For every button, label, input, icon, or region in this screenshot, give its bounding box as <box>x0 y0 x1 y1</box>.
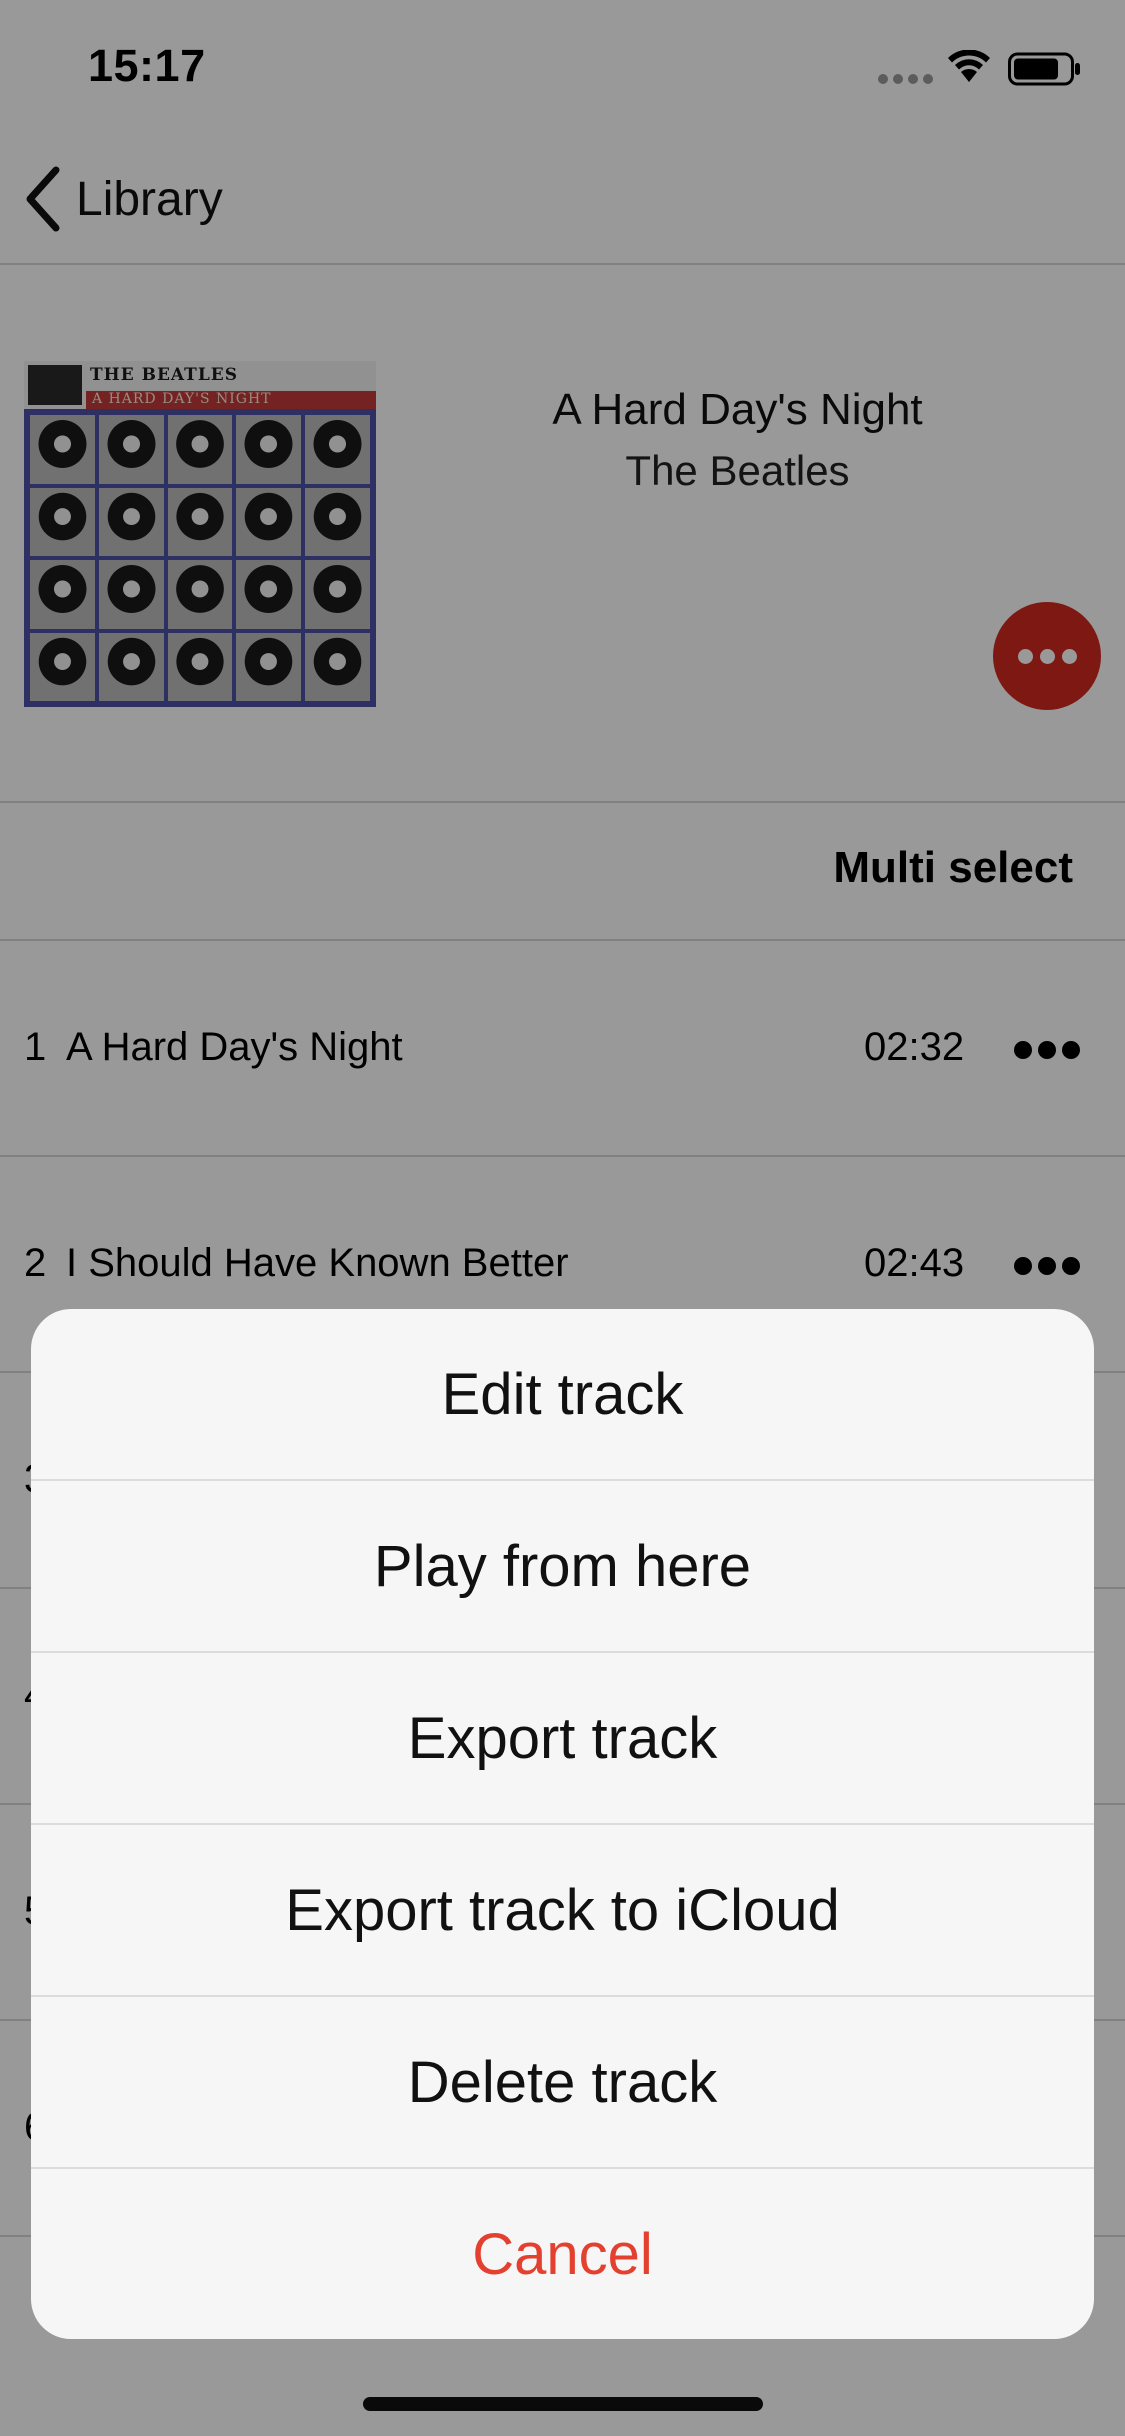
play-from-here-button[interactable]: Play from here <box>31 1481 1094 1653</box>
export-track-button[interactable]: Export track <box>31 1653 1094 1825</box>
edit-track-button[interactable]: Edit track <box>31 1309 1094 1481</box>
export-track-icloud-button[interactable]: Export track to iCloud <box>31 1825 1094 1997</box>
delete-track-button[interactable]: Delete track <box>31 1997 1094 2169</box>
home-indicator[interactable] <box>363 2397 763 2411</box>
screen: 15:17 Library THE BEATLES A HARD DAY'S N… <box>0 0 1125 2436</box>
cancel-button[interactable]: Cancel <box>31 2169 1094 2339</box>
action-sheet: Edit track Play from here Export track E… <box>31 1309 1094 2339</box>
